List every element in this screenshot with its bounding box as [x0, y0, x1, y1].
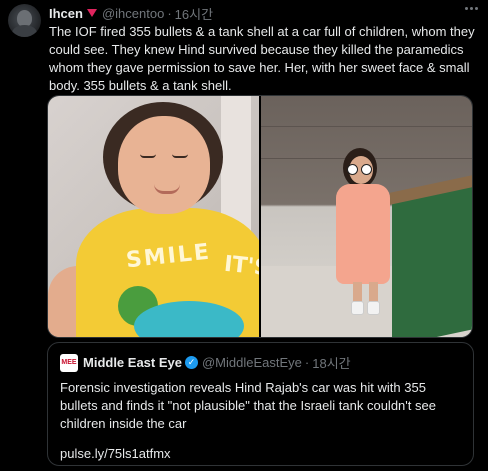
photo-shoe [351, 301, 364, 315]
separator-dot: · [304, 355, 310, 370]
photo-wall-line [261, 126, 472, 127]
tweet: Ihcen @ihcentoo · 16시간 The IOF fired 355… [0, 0, 488, 471]
tweet-media: SMILE IT'S [47, 95, 473, 338]
more-dot [470, 7, 473, 10]
more-dots-icon[interactable] [465, 7, 478, 10]
more-dot [465, 7, 468, 10]
quoted-user-handle[interactable]: @MiddleEastEye [202, 355, 302, 370]
user-avatar[interactable] [8, 4, 41, 37]
photo-dress [336, 184, 390, 284]
more-dot [475, 7, 478, 10]
display-name[interactable]: Ihcen [49, 6, 83, 21]
quoted-tweet[interactable]: MEE Middle East Eye ✓ @MiddleEastEye · 1… [47, 342, 474, 466]
quoted-tweet-link[interactable]: pulse.ly/75ls1atfmx [60, 446, 171, 461]
user-handle[interactable]: @ihcentoo [102, 6, 164, 21]
quoted-display-name[interactable]: Middle East Eye [83, 355, 182, 370]
mee-logo-icon: MEE [60, 353, 78, 372]
quoted-tweet-header: MEE Middle East Eye ✓ @MiddleEastEye · 1… [60, 353, 351, 372]
photo-planter [392, 179, 472, 337]
tweet-timestamp[interactable]: 16시간 [175, 4, 213, 23]
quoted-tweet-timestamp[interactable]: 18시간 [312, 353, 350, 372]
photo-eye [140, 154, 156, 158]
verified-badge-icon: ✓ [184, 356, 198, 369]
photo-girl-yellow-shirt[interactable]: SMILE IT'S [48, 96, 259, 337]
photo-eye [172, 154, 188, 158]
separator-dot: · [167, 5, 172, 21]
photo-girl-pink-dress[interactable] [261, 96, 472, 337]
tweet-text: The IOF fired 355 bullets & a tank shell… [49, 24, 475, 93]
photo-sunglasses [347, 164, 358, 175]
photo-face [118, 116, 210, 214]
tweet-header: Ihcen @ihcentoo · 16시간 [49, 4, 213, 22]
quoted-tweet-text: Forensic investigation reveals Hind Raja… [60, 380, 436, 431]
flag-icon [86, 9, 97, 17]
shirt-text: IT'S [222, 251, 259, 282]
photo-shoe [367, 301, 380, 315]
avatar-body [12, 25, 37, 37]
photo-sunglasses [361, 164, 372, 175]
